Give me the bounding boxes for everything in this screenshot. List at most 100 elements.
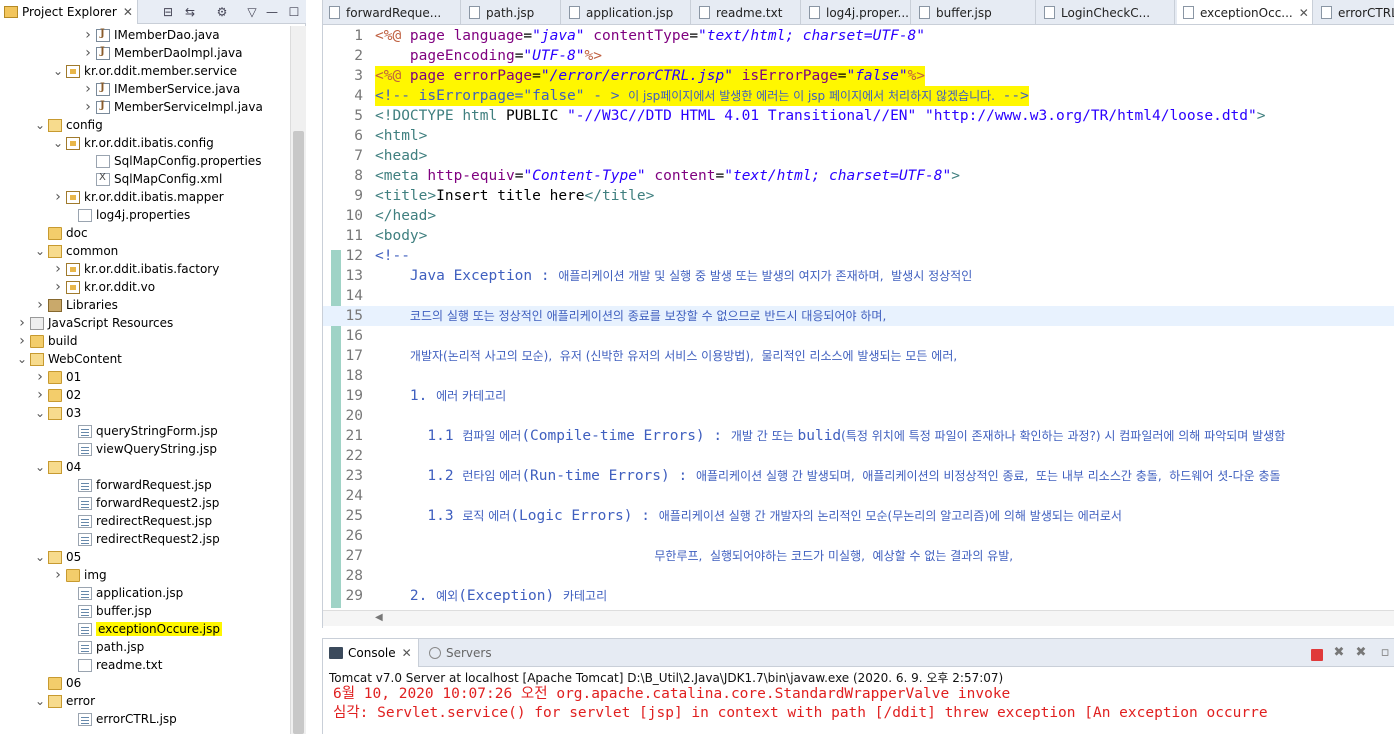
tab-console[interactable]: Console ✕	[323, 639, 419, 667]
chevron-right-icon[interactable]: ›	[34, 387, 46, 403]
code-line[interactable]: 18	[323, 366, 1394, 386]
code-line[interactable]: 4 <!-- isErrorpage="false" - > 이 jsp페이지에서…	[323, 86, 1394, 106]
tree-item[interactable]: › JavaScript Resources	[0, 314, 290, 332]
code-line[interactable]: 22	[323, 446, 1394, 466]
tree-item[interactable]: › kr.or.ddit.vo	[0, 278, 290, 296]
close-icon[interactable]: ✕	[1299, 6, 1309, 20]
editor-tab[interactable]: exceptionOcc... ✕	[1177, 0, 1313, 24]
maximize-icon[interactable]: ☐	[286, 4, 302, 20]
code-line[interactable]: 8 <meta http-equiv = "Content-Type" content…	[323, 166, 1394, 186]
tree-item[interactable]: buffer.jsp	[0, 602, 290, 620]
minimize-icon[interactable]: —	[264, 4, 280, 20]
project-explorer-tab[interactable]: Project Explorer ✕	[0, 0, 138, 24]
code-line[interactable]: 5 <!DOCTYPE html PUBLIC "-//W3C//DTD HTML…	[323, 106, 1394, 126]
tree-item[interactable]: ⌄ WebContent	[0, 350, 290, 368]
chevron-down-icon[interactable]: ⌄	[34, 406, 46, 420]
code-line[interactable]: 26	[323, 526, 1394, 546]
chevron-down-icon[interactable]: ⌄	[52, 64, 64, 78]
pin-console-icon[interactable]: ▫	[1377, 645, 1393, 661]
tab-servers[interactable]: Servers	[423, 639, 492, 667]
tree-item[interactable]: ⌄ config	[0, 116, 290, 134]
close-icon[interactable]: ✕	[402, 646, 412, 660]
chevron-right-icon[interactable]: ›	[34, 369, 46, 385]
editor-tab[interactable]: application.jsp	[563, 0, 691, 24]
tree-item[interactable]: ⌄ 03	[0, 404, 290, 422]
chevron-right-icon[interactable]: ›	[52, 261, 64, 277]
chevron-right-icon[interactable]: ›	[82, 27, 94, 43]
code-line[interactable]: 3 <%@ page errorPage="/error/errorCTRL.js…	[323, 66, 1394, 86]
tree-item[interactable]: › kr.or.ddit.ibatis.mapper	[0, 188, 290, 206]
explorer-scrollbar[interactable]	[290, 26, 306, 734]
code-line[interactable]: 21 1.1 컴파일 에러(Compile-time Errors) : 개발 …	[323, 426, 1394, 446]
tree-item[interactable]: errorCTRL.jsp	[0, 710, 290, 728]
editor-tab[interactable]: log4j.proper...	[803, 0, 911, 24]
chevron-right-icon[interactable]: ›	[82, 45, 94, 61]
code-line[interactable]: 2 pageEncoding="UTF-8"%>	[323, 46, 1394, 66]
code-line[interactable]: 14	[323, 286, 1394, 306]
chevron-right-icon[interactable]: ›	[52, 279, 64, 295]
scroll-left-icon[interactable]: ◀	[375, 612, 383, 623]
code-line[interactable]: 28	[323, 566, 1394, 586]
tree-item[interactable]: exceptionOccure.jsp	[0, 620, 290, 638]
tree-item[interactable]: application.jsp	[0, 584, 290, 602]
code-line[interactable]: 13 Java Exception : 애플리케이션 개발 및 실행 중 발생 …	[323, 266, 1394, 286]
chevron-right-icon[interactable]: ›	[52, 567, 64, 583]
tree-item[interactable]: redirectRequest.jsp	[0, 512, 290, 530]
tree-item[interactable]: ⌄ kr.or.ddit.member.service	[0, 62, 290, 80]
tree-item[interactable]: › img	[0, 566, 290, 584]
code-editor[interactable]: 1 <%@ page language="java" contentType="t…	[323, 26, 1394, 610]
tree-item[interactable]: ⌄ 04	[0, 458, 290, 476]
tree-item[interactable]: log4j.properties	[0, 206, 290, 224]
editor-tab[interactable]: errorCTRL	[1315, 0, 1394, 24]
collapse-all-icon[interactable]: ⊟	[160, 4, 176, 20]
code-line[interactable]: 23 1.2 런타임 에러(Run-time Errors) : 애플리케이션 …	[323, 466, 1394, 486]
chevron-down-icon[interactable]: ⌄	[52, 136, 64, 150]
code-line[interactable]: 11 <body>	[323, 226, 1394, 246]
explorer-scrollbar-thumb[interactable]	[293, 131, 304, 734]
code-line[interactable]: 1 <%@ page language="java" contentType="t…	[323, 26, 1394, 46]
tree-item[interactable]: SqlMapConfig.xml	[0, 170, 290, 188]
chevron-down-icon[interactable]: ⌄	[34, 694, 46, 708]
code-line[interactable]: 6 <html>	[323, 126, 1394, 146]
tree-item[interactable]: forwardRequest.jsp	[0, 476, 290, 494]
filter-icon[interactable]: ⚙	[214, 4, 230, 20]
tree-item[interactable]: ⌄ kr.or.ddit.ibatis.config	[0, 134, 290, 152]
tree-item[interactable]: readme.txt	[0, 656, 290, 674]
tree-item[interactable]: › IMemberDao.java	[0, 26, 290, 44]
tree-item[interactable]: ⌄ 05	[0, 548, 290, 566]
code-line[interactable]: 19 1. 에러 카테고리	[323, 386, 1394, 406]
code-line[interactable]: 29 2. 예외(Exception) 카테고리	[323, 586, 1394, 606]
tree-item[interactable]: › IMemberService.java	[0, 80, 290, 98]
editor-tab[interactable]: LoginCheckC...	[1038, 0, 1175, 24]
editor-tab[interactable]: readme.txt	[693, 0, 801, 24]
remove-launch-icon[interactable]: ✖	[1331, 645, 1347, 661]
code-line[interactable]: 10 </head>	[323, 206, 1394, 226]
tree-item[interactable]: viewQueryString.jsp	[0, 440, 290, 458]
chevron-down-icon[interactable]: ⌄	[16, 352, 28, 366]
tree-item[interactable]: ⌄ common	[0, 242, 290, 260]
tree-item[interactable]: › 02	[0, 386, 290, 404]
code-line[interactable]: 15 코드의 실행 또는 정상적인 애플리케이션의 종료를 보장할 수 없으므로…	[323, 306, 1394, 326]
tree-item[interactable]: › build	[0, 332, 290, 350]
tree-item[interactable]: › Libraries	[0, 296, 290, 314]
chevron-down-icon[interactable]: ⌄	[34, 550, 46, 564]
chevron-down-icon[interactable]: ⌄	[34, 460, 46, 474]
editor-tab[interactable]: path.jsp	[463, 0, 561, 24]
tree-item[interactable]: doc	[0, 224, 290, 242]
code-line[interactable]: 16	[323, 326, 1394, 346]
remove-all-terminated-icon[interactable]: ✖	[1353, 645, 1369, 661]
tree-item[interactable]: › kr.or.ddit.ibatis.factory	[0, 260, 290, 278]
code-line[interactable]: 20	[323, 406, 1394, 426]
chevron-down-icon[interactable]: ⌄	[34, 244, 46, 258]
link-with-editor-icon[interactable]: ⇆	[182, 4, 198, 20]
tree-item[interactable]: › 01	[0, 368, 290, 386]
tree-item[interactable]: ⌄ error	[0, 692, 290, 710]
chevron-right-icon[interactable]: ›	[16, 315, 28, 331]
close-icon[interactable]: ✕	[123, 5, 133, 19]
code-line[interactable]: 27 무한루프, 실행되어야하는 코드가 미실행, 예상할 수 없는 결과의 유…	[323, 546, 1394, 566]
tree-item[interactable]: 06	[0, 674, 290, 692]
code-line[interactable]: 25 1.3 로직 에러(Logic Errors) : 애플리케이션 실행 간…	[323, 506, 1394, 526]
editor-tab[interactable]: buffer.jsp	[913, 0, 1036, 24]
tree-item[interactable]: redirectRequest2.jsp	[0, 530, 290, 548]
code-line[interactable]: 12 <!--	[323, 246, 1394, 266]
